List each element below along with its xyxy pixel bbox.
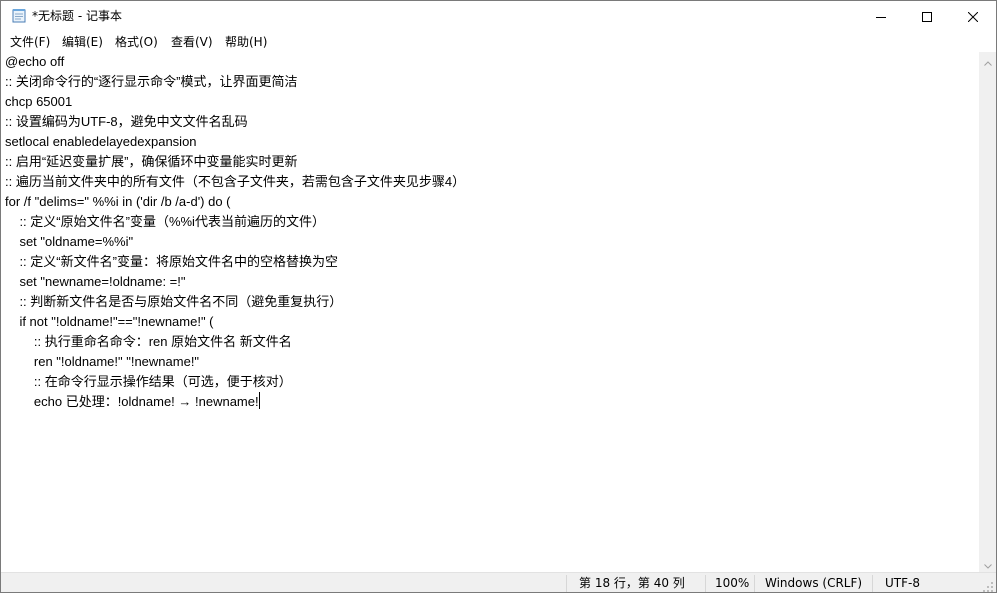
editor-line: if not "!oldname!"=="!newname!" (	[5, 314, 214, 329]
notepad-icon	[12, 8, 26, 23]
menu-file[interactable]: 文件(F)	[10, 33, 50, 51]
editor-line: @echo off	[5, 54, 65, 69]
menu-bar: 文件(F) 编辑(E) 格式(O) 查看(V) 帮助(H)	[1, 31, 996, 51]
editor-line: chcp 65001	[5, 94, 73, 109]
vertical-scrollbar[interactable]	[979, 52, 996, 572]
editor-line: :: 执行重命名命令：ren 原始文件名 新文件名	[5, 334, 292, 349]
minimize-icon	[876, 7, 886, 26]
editor-line: setlocal enabledelayedexpansion	[5, 134, 197, 149]
menu-format[interactable]: 格式(O)	[115, 33, 158, 51]
scroll-up-button[interactable]	[979, 52, 996, 69]
zoom-level: 100%	[715, 576, 750, 590]
window-title: *无标题 - 记事本	[32, 9, 122, 23]
scroll-down-button[interactable]	[979, 555, 996, 572]
editor-line: :: 判断新文件名是否与原始文件名不同（避免重复执行）	[5, 294, 343, 309]
editor-line: set "newname=!oldname: =!"	[5, 274, 186, 289]
editor-line: :: 定义“新文件名”变量：将原始文件名中的空格替换为空	[5, 254, 338, 269]
editor-line: :: 遍历当前文件夹中的所有文件（不包含子文件夹，若需包含子文件夹见步骤4）	[5, 174, 466, 189]
menu-help[interactable]: 帮助(H)	[225, 33, 267, 51]
text-caret	[258, 392, 260, 409]
line-ending: Windows (CRLF)	[765, 576, 863, 590]
menu-view[interactable]: 查看(V)	[171, 33, 213, 51]
encoding: UTF-8	[885, 576, 920, 590]
status-bar: 第 18 行，第 40 列 100% Windows (CRLF) UTF-8	[1, 572, 996, 592]
notepad-window: *无标题 - 记事本 文件(F) 编辑(E) 格式(O) 查看(V) 帮助(H)…	[0, 0, 997, 593]
close-icon	[967, 7, 979, 26]
status-divider	[566, 575, 567, 592]
minimize-button[interactable]	[858, 1, 904, 31]
title-bar[interactable]: *无标题 - 记事本	[1, 1, 996, 31]
text-editor[interactable]: @echo off :: 关闭命令行的“逐行显示命令”模式，让界面更简洁 chc…	[1, 52, 979, 572]
editor-line: :: 启用“延迟变量扩展”，确保循环中变量能实时更新	[5, 154, 298, 169]
maximize-button[interactable]	[904, 1, 950, 31]
editor-line: :: 在命令行显示操作结果（可选，便于核对）	[5, 374, 292, 389]
editor-line-current: echo 已处理：!oldname! → !newname!	[5, 392, 260, 412]
editor-line-text: echo 已处理：!oldname! → !newname!	[5, 394, 259, 409]
editor-line: for /f "delims=" %%i in ('dir /b /a-d') …	[5, 194, 231, 209]
editor-line: :: 关闭命令行的“逐行显示命令”模式，让界面更简洁	[5, 74, 298, 89]
editor-line: :: 定义“原始文件名”变量（%%i代表当前遍历的文件）	[5, 214, 325, 229]
editor-line: set "oldname=%%i"	[5, 234, 134, 249]
menu-edit[interactable]: 编辑(E)	[62, 33, 103, 51]
status-divider	[705, 575, 706, 592]
chevron-up-icon	[983, 51, 992, 70]
resize-grip-icon[interactable]	[982, 578, 994, 592]
chevron-down-icon	[983, 554, 992, 573]
maximize-icon	[922, 7, 932, 26]
close-button[interactable]	[950, 1, 996, 31]
status-divider	[754, 575, 755, 592]
editor-line: :: 设置编码为UTF-8，避免中文文件名乱码	[5, 114, 248, 129]
status-divider	[872, 575, 873, 592]
editor-line: ren "!oldname!" "!newname!"	[5, 354, 200, 369]
cursor-position: 第 18 行，第 40 列	[579, 576, 685, 590]
